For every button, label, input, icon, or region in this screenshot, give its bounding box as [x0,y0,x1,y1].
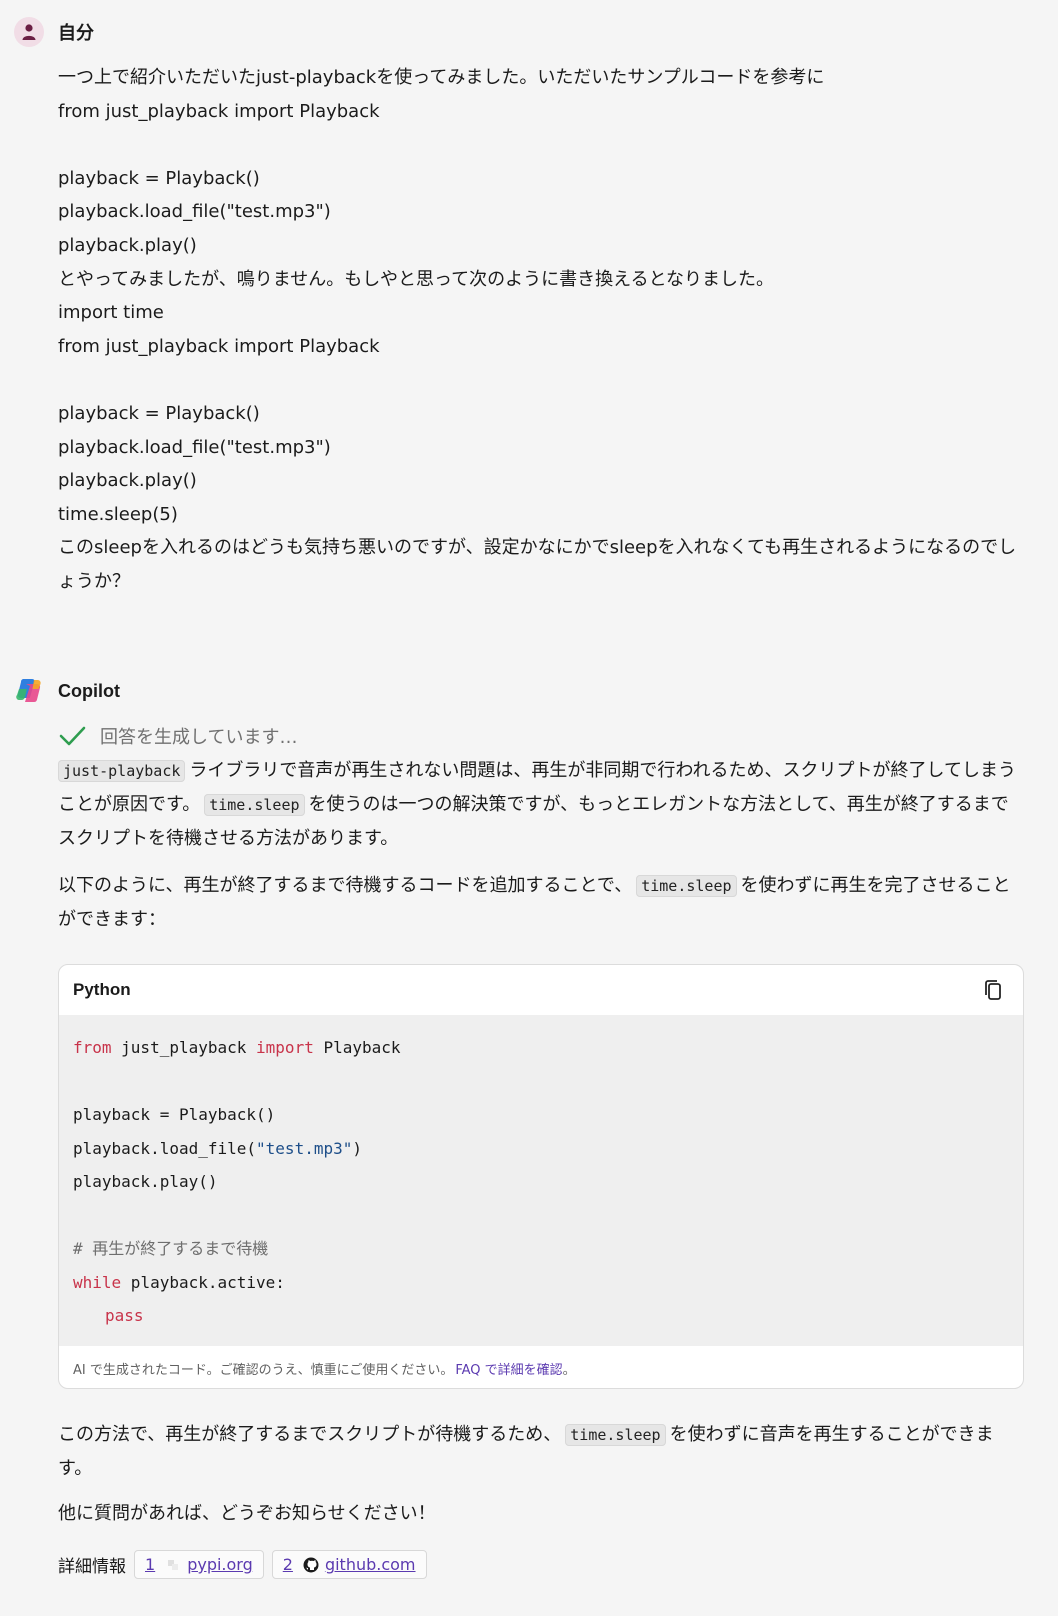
user-line: from just_playback import Playback [58,100,380,122]
status-text: 回答を生成しています… [100,727,298,748]
code-language-label: Python [73,980,131,999]
pypi-icon [165,1557,181,1573]
copilot-avatar [14,676,44,706]
user-line: playback = Playback() [58,167,260,189]
copilot-name: Copilot [58,680,120,701]
references-label: 詳細情報 [58,1557,126,1577]
answer-paragraph-4: 他に質問があれば、どうぞお知らせください！ [58,1503,436,1524]
copy-code-button[interactable] [979,976,1007,1004]
reference-chip-pypi[interactable]: 1 pypi.org [134,1550,264,1579]
code-line: pass [73,1299,1009,1333]
code-line: while playback.active: [73,1266,1009,1300]
person-icon [22,24,36,40]
code-string: "test.mp3" [256,1138,353,1158]
code-keyword: import [256,1038,314,1057]
user-line: time.sleep(5) [58,503,178,525]
user-name: 自分 [58,23,94,43]
code-disclaimer: AI で生成されたコード。ご確認のうえ、慎重にご使用ください。 FAQ で詳細を… [59,1346,1023,1388]
answer-paragraph-1: just-playback ライブラリで音声が再生されない問題は、再生が非同期で行… [58,754,1024,855]
inline-code: time.sleep [565,1424,666,1446]
copilot-logo-icon [16,679,41,703]
user-line: playback.play() [58,470,197,492]
user-line: playback.load_file("test.mp3") [58,201,331,223]
answer-paragraph-2: 以下のように、再生が終了するまで待機するコードを追加することで、 time.sle… [58,869,1024,936]
user-line: playback.load_file("test.mp3") [58,436,331,458]
user-message-body: 一つ上で紹介いただいたjust-playbackを使ってみました。いただいたサン… [58,61,1018,599]
user-message-header: 自分 [14,17,94,47]
user-line: import time [58,302,164,324]
code-comment: # 再生が終了するまで待機 [73,1239,269,1258]
user-line: とやってみましたが、鳴りません。もしやと思って次のように書き換えるとなりました。 [58,268,775,290]
code-keyword: while [73,1272,122,1292]
copilot-message-header: Copilot [14,676,120,706]
user-line: playback.play() [58,234,197,256]
check-icon [59,726,86,746]
generation-status: 回答を生成しています… [58,719,297,753]
code-keyword: from [73,1038,112,1057]
references: 詳細情報 1 pypi.org 2 github.com [58,1550,427,1579]
code-text: ) [352,1138,362,1158]
answer-paragraph-3: この方法で、再生が終了するまでスクリプトが待機するため、 time.sleep を使… [58,1418,1024,1485]
user-line: このsleepを入れるのはどうも気持ち悪いのですが、設定かなにかでsleepを入… [58,537,1017,592]
code-line: playback.load_file("test.mp3") [73,1132,1009,1166]
code-text: just_playback [111,1038,257,1057]
disclaimer-text: AI で生成されたコード。ご確認のうえ、慎重にご使用ください。 [73,1362,454,1378]
code-keyword: pass [105,1306,144,1325]
code-block: Python from just_playback import Playbac… [58,964,1024,1389]
code-text: playback.active: [121,1272,285,1292]
user-line: playback = Playback() [58,402,260,424]
paragraph-text: 以下のように、再生が終了するまで待機するコードを追加することで、 [58,875,633,896]
inline-code: just-playback [58,760,186,782]
inline-code: time.sleep [204,794,305,816]
paragraph-text: を使うのは一つの解決策ですが、もっとエレガントな方法として、再生が終了するまでス… [58,794,1009,849]
code-line: playback = Playback() [73,1105,276,1124]
code-text: Playback [313,1038,401,1057]
reference-number: 1 [145,1555,156,1574]
code-line: playback.play() [73,1172,218,1191]
code-line: from just_playback import Playback [73,1031,1009,1065]
reference-number: 2 [282,1555,293,1574]
inline-code: time.sleep [636,875,737,897]
copy-icon [985,980,1001,1000]
github-icon [303,1557,319,1573]
code-block-header: Python [59,965,1023,1015]
code-content: from just_playback import Playback playb… [59,1015,1023,1346]
user-line: 一つ上で紹介いただいたjust-playbackを使ってみました。いただいたサン… [58,67,825,88]
user-line [58,363,1018,397]
user-avatar [14,17,44,47]
disclaimer-suffix: 。 [562,1362,576,1378]
reference-site: pypi.org [187,1555,253,1574]
paragraph-text: この方法で、再生が終了するまでスクリプトが待機するため、 [58,1424,562,1445]
user-line: from just_playback import Playback [58,335,380,357]
user-line [58,128,1018,162]
reference-chip-github[interactable]: 2 github.com [271,1550,427,1579]
reference-site: github.com [324,1555,416,1574]
code-text: playback.load_file( [73,1138,257,1158]
faq-link[interactable]: FAQ で詳細を確認 [455,1359,562,1378]
